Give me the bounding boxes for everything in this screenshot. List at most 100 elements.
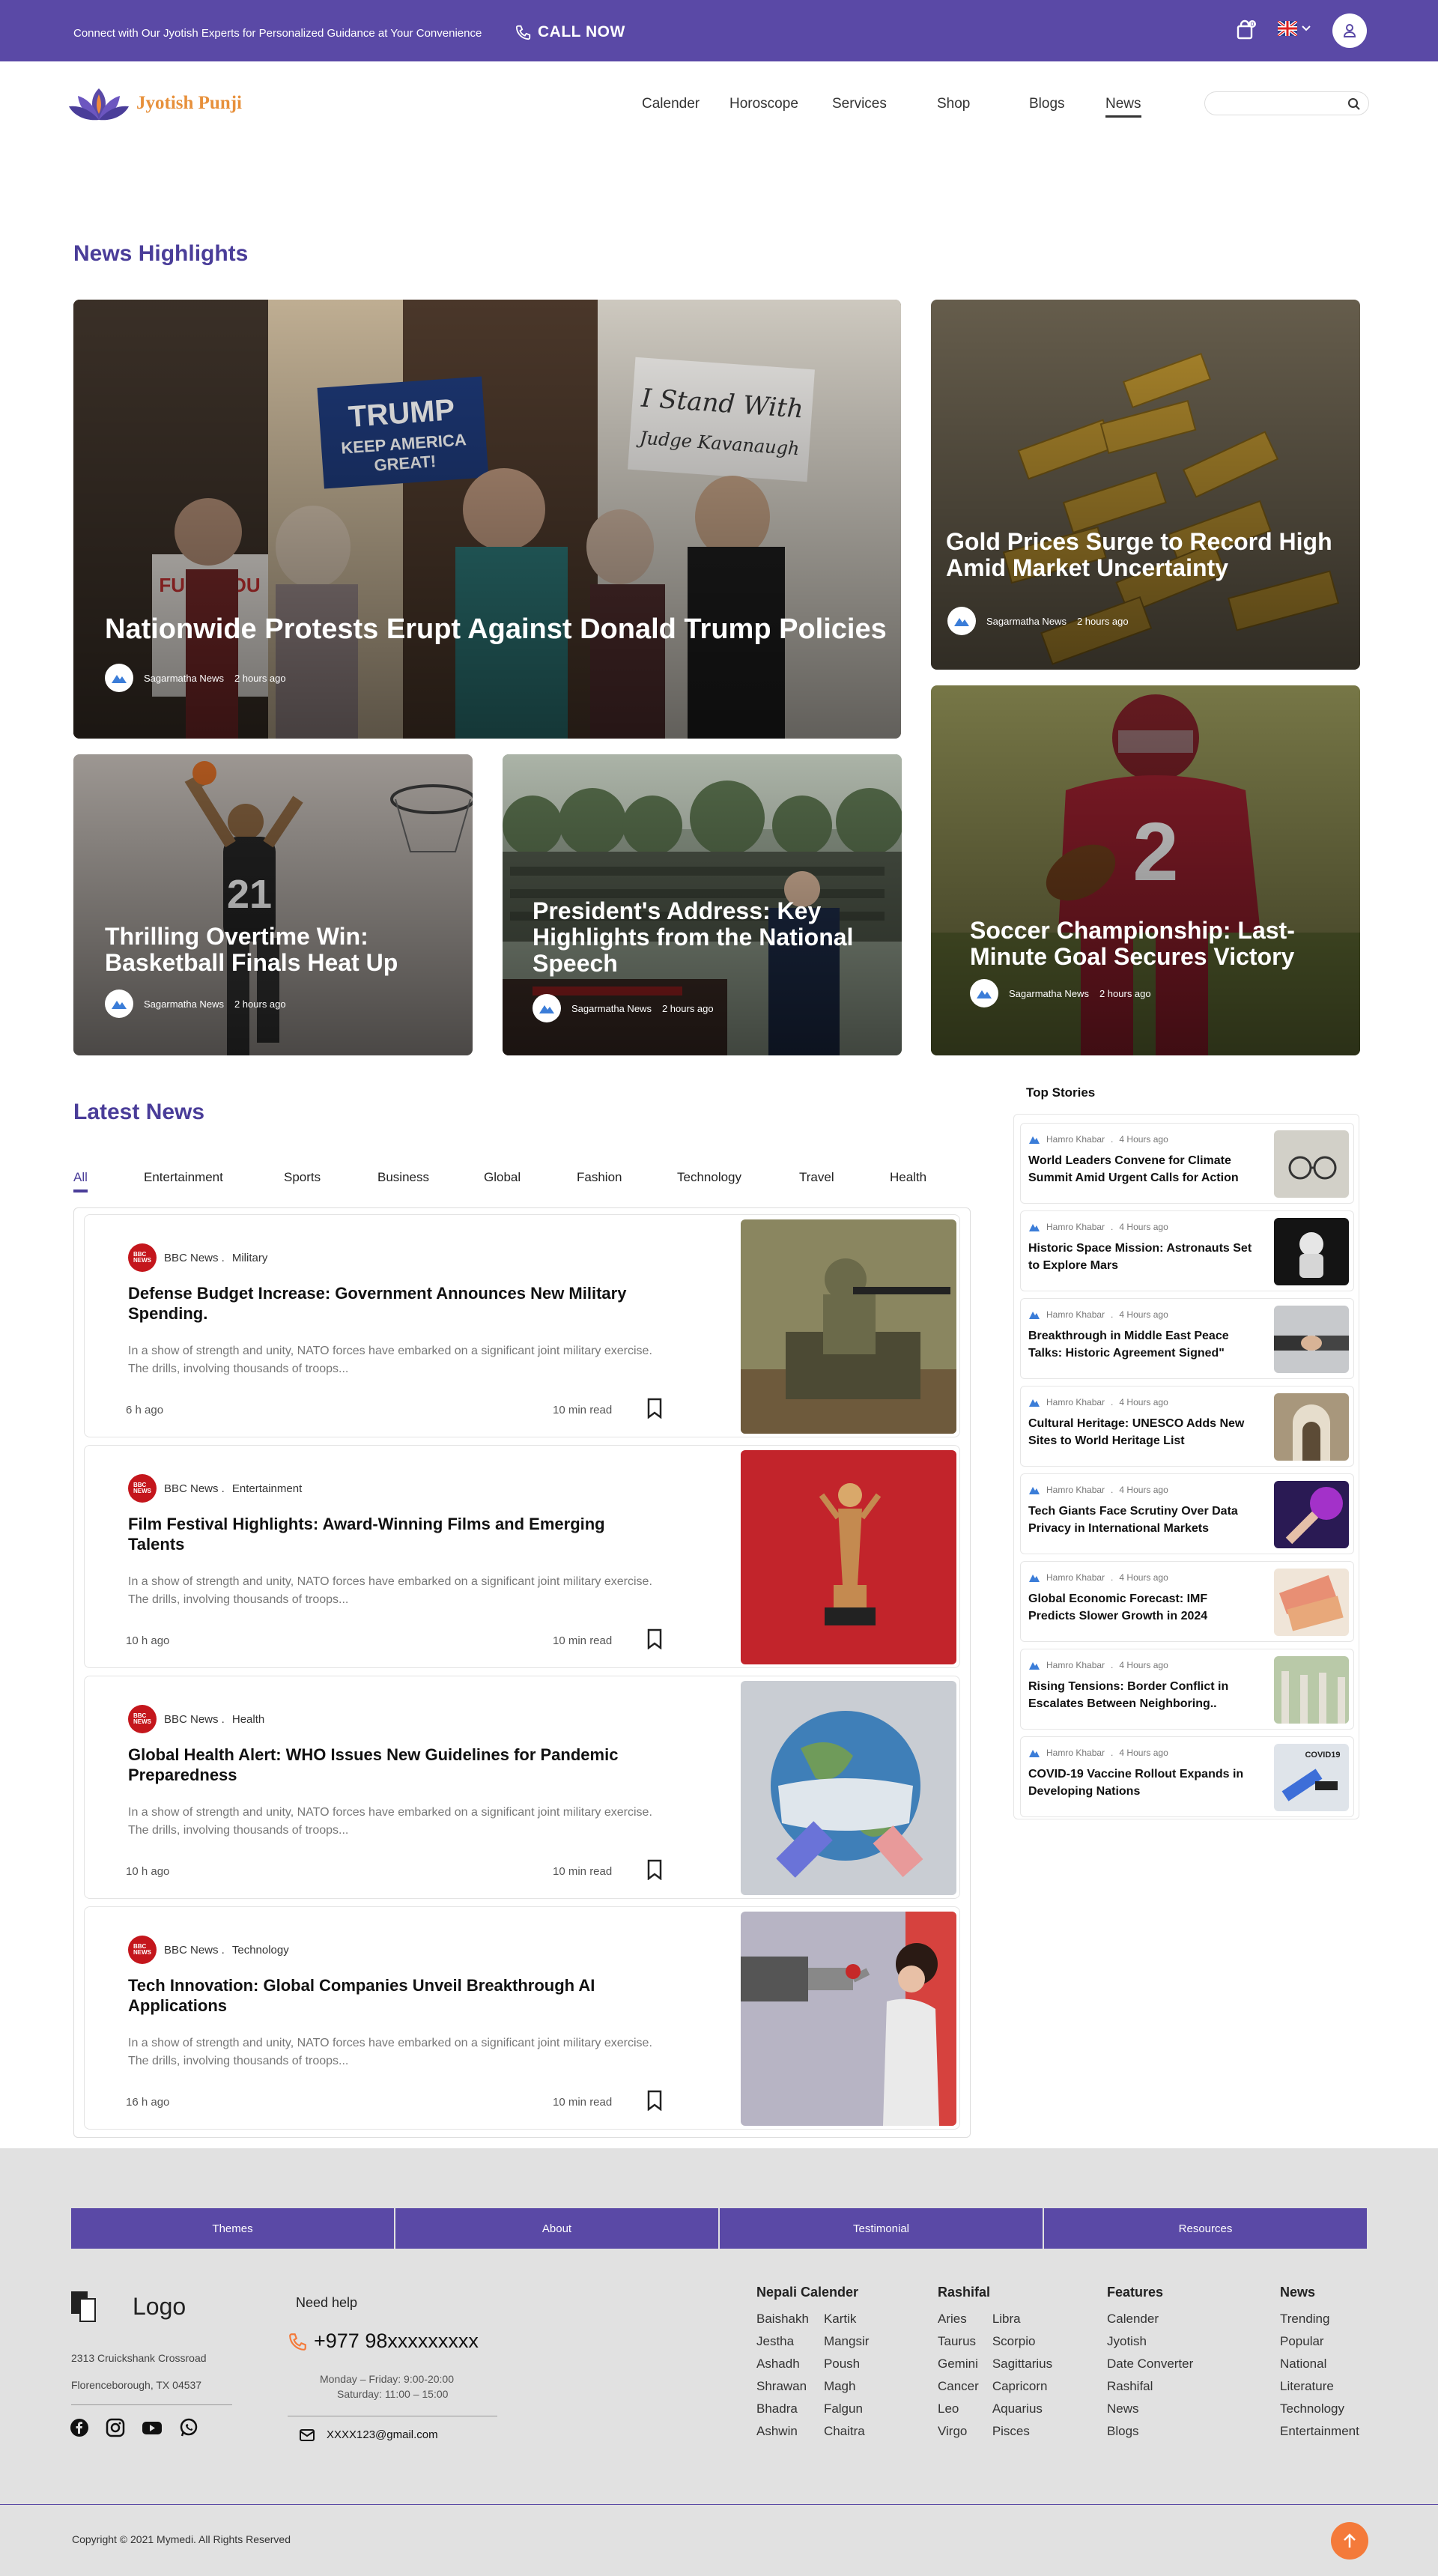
month-link[interactable]: Magh (824, 2375, 869, 2398)
highlight-card-protests[interactable]: TRUMP KEEP AMERICA GREAT! I Stand With J… (73, 300, 901, 739)
story-item[interactable]: Hamro Khabar. 4 Hours ago Tech Giants Face… (1020, 1473, 1354, 1554)
month-link[interactable]: Ashadh (756, 2353, 809, 2375)
nav-blogs[interactable]: Blogs (1029, 96, 1065, 112)
story-title[interactable]: Rising Tensions: Border Conflict in Esca… (1028, 1678, 1253, 1712)
month-link[interactable]: Poush (824, 2353, 869, 2375)
bookmark-icon[interactable] (646, 1628, 663, 1649)
footer-logo[interactable]: Logo (70, 2290, 186, 2323)
tab-technology[interactable]: Technology (677, 1170, 741, 1185)
footer-email[interactable]: XXXX123@gmail.com (300, 2428, 438, 2441)
month-link[interactable]: Shrawan (756, 2375, 809, 2398)
instagram-icon[interactable] (106, 2418, 125, 2437)
nav-horoscope[interactable]: Horoscope (729, 96, 798, 112)
sign-link[interactable]: Libra (992, 2308, 1052, 2330)
sign-link[interactable]: Scorpio (992, 2330, 1052, 2353)
story-item[interactable]: Hamro Khabar. 4 Hours ago Global Economic … (1020, 1561, 1354, 1642)
news-link[interactable]: Popular (1280, 2330, 1359, 2353)
footer-phone[interactable]: +977 98xxxxxxxxx (288, 2330, 479, 2353)
month-link[interactable]: Falgun (824, 2398, 869, 2420)
story-item[interactable]: Hamro Khabar. 4 Hours ago COVID-19 Vaccine… (1020, 1736, 1354, 1817)
tab-fashion[interactable]: Fashion (577, 1170, 622, 1185)
story-title[interactable]: Global Economic Forecast: IMF Predicts S… (1028, 1590, 1253, 1625)
month-link[interactable]: Ashwin (756, 2420, 809, 2443)
sign-link[interactable]: Cancer (938, 2375, 979, 2398)
site-logo[interactable]: Jyotish Punji (67, 84, 242, 123)
bookmark-icon[interactable] (646, 2090, 663, 2111)
item-title[interactable]: Tech Innovation: Global Companies Unveil… (128, 1976, 652, 2016)
story-item[interactable]: Hamro Khabar. 4 Hours ago World Leaders Co… (1020, 1123, 1354, 1204)
sign-link[interactable]: Capricorn (992, 2375, 1052, 2398)
item-title[interactable]: Film Festival Highlights: Award-Winning … (128, 1515, 652, 1555)
search-input[interactable] (1204, 91, 1369, 115)
youtube-icon[interactable] (142, 2418, 163, 2437)
call-now-button[interactable]: CALL NOW (515, 23, 625, 41)
whatsapp-icon[interactable] (179, 2418, 198, 2437)
tab-travel[interactable]: Travel (799, 1170, 834, 1185)
facebook-icon[interactable] (70, 2418, 89, 2437)
month-link[interactable]: Bhadra (756, 2398, 809, 2420)
footer-tab-testimonial[interactable]: Testimonial (720, 2208, 1043, 2249)
list-item[interactable]: BBC NEWS BBC News . Entertainment Film Fest… (84, 1445, 960, 1668)
story-item[interactable]: Hamro Khabar. 4 Hours ago Breakthrough in … (1020, 1298, 1354, 1379)
sign-link[interactable]: Gemini (938, 2353, 979, 2375)
bookmark-icon[interactable] (646, 1398, 663, 1419)
story-item[interactable]: Hamro Khabar. 4 Hours ago Rising Tensions:… (1020, 1649, 1354, 1730)
bookmark-icon[interactable] (646, 1859, 663, 1880)
feature-link[interactable]: Jyotish (1107, 2330, 1193, 2353)
list-item[interactable]: BBC NEWS BBC News . Military Defense Budget… (84, 1214, 960, 1437)
news-link[interactable]: Technology (1280, 2398, 1359, 2420)
nav-services[interactable]: Services (832, 96, 887, 112)
language-selector[interactable] (1278, 21, 1311, 36)
tab-health[interactable]: Health (890, 1170, 926, 1185)
item-title[interactable]: Defense Budget Increase: Government Anno… (128, 1284, 652, 1324)
footer-tab-resources[interactable]: Resources (1044, 2208, 1367, 2249)
story-title[interactable]: Tech Giants Face Scrutiny Over Data Priv… (1028, 1503, 1253, 1537)
tab-all[interactable]: All (73, 1170, 88, 1192)
highlight-card-soccer[interactable]: 2 Soccer Championship: Last-Minute Goal … (931, 685, 1360, 1055)
story-item[interactable]: Hamro Khabar. 4 Hours ago Historic Space M… (1020, 1210, 1354, 1291)
feature-link[interactable]: Blogs (1107, 2420, 1193, 2443)
month-link[interactable]: Baishakh (756, 2308, 809, 2330)
tab-entertainment[interactable]: Entertainment (144, 1170, 223, 1185)
month-link[interactable]: Jestha (756, 2330, 809, 2353)
sign-link[interactable]: Aries (938, 2308, 979, 2330)
story-item[interactable]: Hamro Khabar. 4 Hours ago Cultural Heritag… (1020, 1386, 1354, 1467)
sign-link[interactable]: Taurus (938, 2330, 979, 2353)
cart-button[interactable]: 0 (1234, 19, 1257, 41)
news-link[interactable]: Entertainment (1280, 2420, 1359, 2443)
tab-global[interactable]: Global (484, 1170, 521, 1185)
feature-link[interactable]: Calender (1107, 2308, 1193, 2330)
sign-link[interactable]: Sagittarius (992, 2353, 1052, 2375)
nav-calender[interactable]: Calender (642, 96, 700, 112)
month-link[interactable]: Kartik (824, 2308, 869, 2330)
tab-business[interactable]: Business (377, 1170, 429, 1185)
month-link[interactable]: Mangsir (824, 2330, 869, 2353)
sign-link[interactable]: Pisces (992, 2420, 1052, 2443)
back-to-top-button[interactable] (1331, 2522, 1368, 2560)
story-title[interactable]: World Leaders Convene for Climate Summit… (1028, 1152, 1253, 1187)
story-title[interactable]: Breakthrough in Middle East Peace Talks:… (1028, 1327, 1253, 1362)
tab-sports[interactable]: Sports (284, 1170, 321, 1185)
list-item[interactable]: BBC NEWS BBC News . Technology Tech Innovat… (84, 1906, 960, 2130)
highlight-card-president[interactable]: President's Address: Key Highlights from… (503, 754, 902, 1055)
sign-link[interactable]: Leo (938, 2398, 979, 2420)
news-link[interactable]: Literature (1280, 2375, 1359, 2398)
story-title[interactable]: COVID-19 Vaccine Rollout Expands in Deve… (1028, 1766, 1253, 1800)
sign-link[interactable]: Aquarius (992, 2398, 1052, 2420)
footer-tab-about[interactable]: About (395, 2208, 718, 2249)
nav-shop[interactable]: Shop (937, 96, 970, 112)
highlight-card-basketball[interactable]: 21 Thrilling Overtime Win: Basketball Fi… (73, 754, 473, 1055)
story-title[interactable]: Historic Space Mission: Astronauts Set t… (1028, 1240, 1253, 1274)
item-title[interactable]: Global Health Alert: WHO Issues New Guid… (128, 1745, 652, 1786)
footer-tab-themes[interactable]: Themes (71, 2208, 394, 2249)
search-icon[interactable] (1347, 97, 1361, 111)
user-account-button[interactable] (1332, 13, 1367, 48)
feature-link[interactable]: Date Converter (1107, 2353, 1193, 2375)
news-link[interactable]: National (1280, 2353, 1359, 2375)
news-link[interactable]: Trending (1280, 2308, 1359, 2330)
month-link[interactable]: Chaitra (824, 2420, 869, 2443)
feature-link[interactable]: News (1107, 2398, 1193, 2420)
nav-news[interactable]: News (1105, 96, 1141, 118)
feature-link[interactable]: Rashifal (1107, 2375, 1193, 2398)
story-title[interactable]: Cultural Heritage: UNESCO Adds New Sites… (1028, 1415, 1253, 1449)
